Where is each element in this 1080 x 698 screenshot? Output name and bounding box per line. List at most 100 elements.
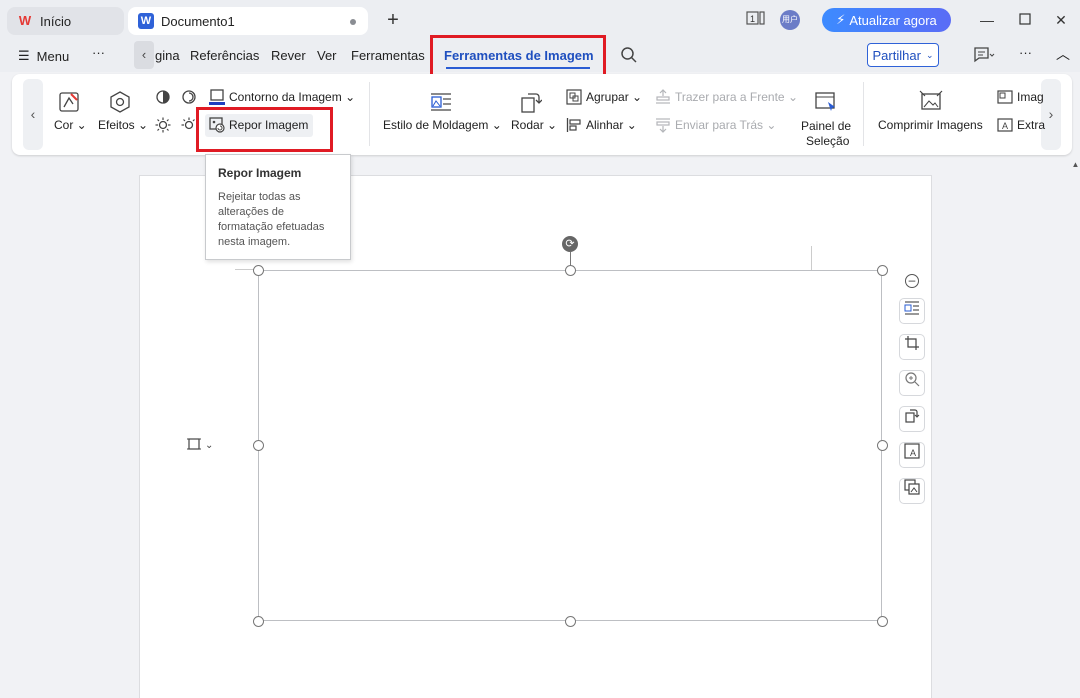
- group-button[interactable]: Agrupar ⌄: [586, 90, 642, 104]
- upgrade-label: Atualizar agora: [849, 12, 937, 28]
- effects-button[interactable]: Efeitos ⌄: [98, 118, 148, 132]
- menu-label: Menu: [36, 48, 70, 64]
- color-button[interactable]: Cor ⌄: [54, 118, 87, 132]
- resize-handle[interactable]: [565, 616, 576, 627]
- send-backward-icon: [655, 117, 671, 133]
- search-icon[interactable]: [620, 46, 638, 67]
- ribbon-scroll-left-icon[interactable]: ‹: [23, 79, 43, 150]
- color-label: Cor: [54, 118, 74, 132]
- tab-review[interactable]: Rever: [271, 48, 306, 63]
- image-tool-icon: [997, 89, 1013, 105]
- bring-forward-label: Trazer para a Frente: [675, 90, 785, 104]
- hamburger-icon: ☰: [18, 48, 30, 63]
- resize-handle[interactable]: [565, 265, 576, 276]
- tab-references[interactable]: Referências: [190, 48, 259, 63]
- tab-document-label: Documento1: [161, 13, 235, 29]
- share-button[interactable]: Partilhar ⌄: [867, 43, 939, 67]
- compress-pictures-label[interactable]: Comprimir Imagens: [878, 118, 983, 132]
- crop-tool-icon[interactable]: [899, 334, 925, 360]
- wps-logo-icon: W: [18, 13, 32, 28]
- tab-layout-truncated[interactable]: gina: [155, 48, 180, 63]
- picture-border-icon: [209, 89, 225, 105]
- rotate-tool-icon[interactable]: [899, 406, 925, 432]
- collapse-toolbar-icon[interactable]: –: [905, 274, 919, 288]
- contrast-icon[interactable]: [181, 89, 197, 105]
- svg-text:1: 1: [750, 14, 755, 24]
- resize-handle[interactable]: [253, 440, 264, 451]
- selection-pane-icon: [814, 90, 838, 114]
- compress-pictures-icon: [919, 90, 943, 114]
- wrap-text-tool-icon[interactable]: [899, 298, 925, 324]
- layout-options-icon: [186, 436, 202, 455]
- rotate-label: Rodar: [511, 118, 544, 132]
- brightness-up-icon[interactable]: [155, 89, 171, 105]
- selection-pane-label-1[interactable]: Painel de: [801, 119, 851, 133]
- align-button[interactable]: Alinhar ⌄: [586, 118, 637, 132]
- image-to-text-tool-icon[interactable]: A: [899, 442, 925, 468]
- menu-button[interactable]: ☰ Menu: [18, 48, 69, 64]
- sun-dim-icon[interactable]: [181, 117, 197, 133]
- align-label: Alinhar: [586, 118, 624, 132]
- comment-icon[interactable]: [973, 46, 995, 67]
- rotate-button[interactable]: Rodar ⌄: [511, 118, 557, 132]
- picture-tool-icon[interactable]: [899, 478, 925, 504]
- tab-document[interactable]: W Documento1: [128, 7, 368, 35]
- tab-tools[interactable]: Ferramentas: [351, 48, 425, 63]
- send-backward-button[interactable]: Enviar para Trás ⌄: [675, 118, 776, 132]
- effects-label: Efeitos: [98, 118, 135, 132]
- svg-text:A: A: [1002, 121, 1008, 131]
- page-view-icon[interactable]: 1: [746, 10, 766, 30]
- picture-border-button[interactable]: Contorno da Imagem ⌄: [229, 90, 355, 104]
- rotate-handle-icon[interactable]: ⟳: [562, 236, 578, 252]
- resize-handle[interactable]: [877, 265, 888, 276]
- extract-text-label[interactable]: Extra: [1017, 118, 1045, 132]
- chevron-down-icon: ⌄: [205, 439, 214, 451]
- title-bar: W Início W Documento1 + 1 用户 ⚡ Atualizar…: [0, 0, 1080, 40]
- unsaved-dot-icon[interactable]: [350, 19, 356, 25]
- maximize-icon[interactable]: [1014, 9, 1036, 31]
- ribbon-scroll-right-icon[interactable]: ›: [1041, 79, 1061, 150]
- highlight-box-reset-picture: [196, 107, 333, 152]
- writer-doc-icon: W: [138, 13, 154, 29]
- send-backward-label: Enviar para Trás: [675, 118, 764, 132]
- tooltip-line: formatação efetuadas: [218, 221, 325, 233]
- svg-text:A: A: [910, 448, 916, 458]
- tab-view[interactable]: Ver: [317, 48, 337, 63]
- tooltip-line: nesta imagem.: [218, 236, 291, 248]
- resize-handle[interactable]: [253, 616, 264, 627]
- more-options-button[interactable]: ···: [92, 45, 105, 60]
- selection-pane-label-2[interactable]: Seleção: [806, 134, 849, 148]
- wrap-style-button[interactable]: Estilo de Moldagem ⌄: [383, 118, 502, 132]
- collapse-ribbon-icon[interactable]: ︿: [1056, 44, 1070, 64]
- share-label: Partilhar: [872, 47, 921, 63]
- bring-forward-button[interactable]: Trazer para a Frente ⌄: [675, 90, 798, 104]
- tab-home-label: Início: [40, 13, 72, 29]
- chevron-left-icon[interactable]: ‹: [134, 41, 154, 69]
- layout-options-button[interactable]: ⌄: [186, 435, 222, 455]
- wrap-style-icon: [429, 91, 453, 113]
- zoom-tool-icon[interactable]: [899, 370, 925, 396]
- minimize-icon[interactable]: —: [976, 9, 998, 31]
- reset-picture-tooltip: Repor Imagem Rejeitar todas as alteraçõe…: [205, 154, 351, 260]
- vertical-scrollbar[interactable]: ▲: [1071, 160, 1080, 698]
- image-frame[interactable]: [258, 270, 882, 621]
- ribbon: ‹ ›: [12, 74, 1072, 155]
- effects-icon: [108, 90, 132, 114]
- image-tool-label[interactable]: Imag: [1017, 90, 1044, 104]
- close-icon[interactable]: ✕: [1050, 9, 1072, 31]
- align-icon: [566, 117, 582, 133]
- tooltip-line: Rejeitar todas as: [218, 191, 301, 203]
- group-icon: [566, 89, 582, 105]
- resize-handle[interactable]: [877, 440, 888, 451]
- tab-home[interactable]: W Início: [7, 7, 124, 35]
- more-icon[interactable]: ···: [1019, 45, 1032, 60]
- upgrade-button[interactable]: ⚡ Atualizar agora: [822, 8, 951, 32]
- tooltip-body: Rejeitar todas as alterações de formataç…: [218, 190, 338, 250]
- new-tab-button[interactable]: +: [383, 9, 403, 31]
- lightning-icon: ⚡: [836, 12, 846, 27]
- sun-icon[interactable]: [155, 117, 171, 133]
- user-avatar[interactable]: 用户: [780, 10, 800, 30]
- resize-handle[interactable]: [253, 265, 264, 276]
- scroll-up-icon[interactable]: ▲: [1071, 160, 1080, 172]
- resize-handle[interactable]: [877, 616, 888, 627]
